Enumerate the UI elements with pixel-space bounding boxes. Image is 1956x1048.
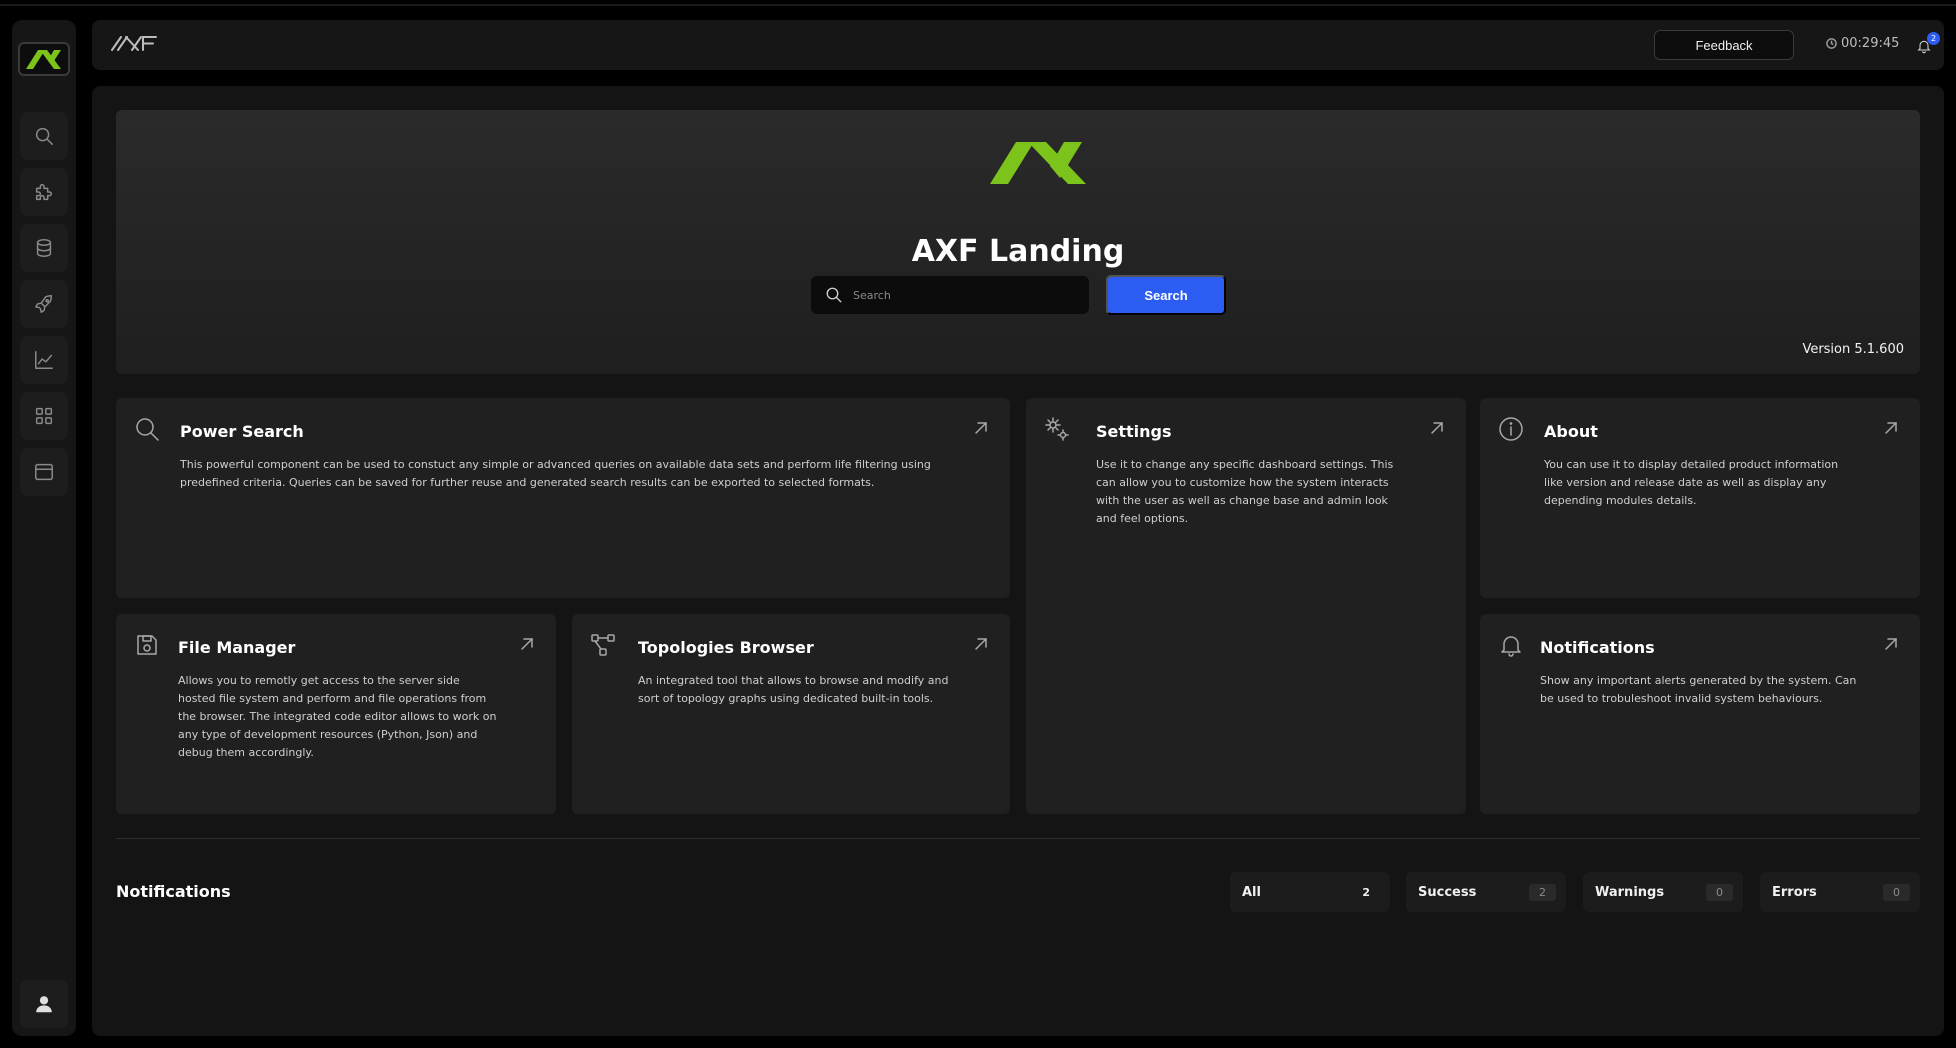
card-topologies-browser[interactable]: Topologies Browser An integrated tool th… — [572, 614, 1010, 814]
sidebar-item-search[interactable] — [20, 112, 68, 160]
sidebar-item-analytics[interactable] — [20, 336, 68, 384]
notifications-bell-button[interactable]: 2 — [1910, 32, 1940, 60]
notification-count-badge: 2 — [1927, 32, 1940, 45]
filter-warnings[interactable]: Warnings 0 — [1583, 872, 1743, 912]
filter-count: 0 — [1706, 883, 1733, 901]
card-title: Power Search — [180, 422, 304, 441]
sidebar-item-database[interactable] — [20, 224, 68, 272]
filter-count: 2 — [1362, 885, 1370, 899]
card-title: About — [1544, 422, 1598, 441]
axf-wordmark-logo[interactable] — [110, 34, 160, 56]
sidebar — [12, 20, 76, 1036]
feedback-button[interactable]: Feedback — [1654, 30, 1794, 60]
filter-count: 0 — [1883, 883, 1910, 901]
card-power-search[interactable]: Power Search This powerful component can… — [116, 398, 1010, 598]
filter-label: Warnings — [1595, 884, 1665, 900]
search-icon — [134, 416, 160, 442]
window-icon — [35, 463, 53, 481]
database-icon — [36, 239, 52, 257]
puzzle-icon — [35, 183, 53, 201]
page-title: AXF Landing — [911, 234, 1125, 269]
card-description: You can use it to display detailed produ… — [1544, 458, 1839, 507]
user-profile-button[interactable] — [20, 980, 68, 1028]
hero-banner: AXF Landing Search Version 5.1.600 — [116, 110, 1920, 374]
user-icon — [36, 996, 52, 1013]
gears-icon — [1044, 416, 1070, 442]
card-description: Allows you to remotly get access to the … — [178, 674, 497, 759]
main-content: AXF Landing Search Version 5.1.600 Power… — [92, 86, 1944, 1036]
card-about[interactable]: About You can use it to display detailed… — [1480, 398, 1920, 598]
card-notifications[interactable]: Notifications Show any important alerts … — [1480, 614, 1920, 814]
version-label: Version 5.1.600 — [1802, 342, 1904, 357]
filter-label: Success — [1418, 884, 1477, 900]
sidebar-item-plugins[interactable] — [20, 168, 68, 216]
chart-line-icon — [35, 351, 53, 369]
hero-logo — [988, 140, 1088, 190]
sidebar-item-apps[interactable] — [20, 392, 68, 440]
clock-icon — [1826, 38, 1837, 49]
arrow-up-right-icon[interactable] — [974, 636, 988, 650]
filter-all[interactable]: All 2 — [1230, 872, 1390, 912]
top-border — [0, 4, 1956, 6]
sidebar-logo[interactable] — [18, 42, 70, 76]
filter-errors[interactable]: Errors 0 — [1760, 872, 1920, 912]
search-icon — [826, 287, 842, 303]
notifications-heading: Notifications — [116, 882, 231, 901]
card-settings[interactable]: Settings Use it to change any specific d… — [1026, 398, 1466, 814]
card-description: This powerful component can be used to c… — [180, 458, 931, 489]
filter-success[interactable]: Success 2 — [1406, 872, 1566, 912]
filter-count: 2 — [1529, 883, 1556, 901]
arrow-up-right-icon[interactable] — [1884, 636, 1898, 650]
card-description: Show any important alerts generated by t… — [1540, 674, 1857, 705]
search-input[interactable] — [853, 288, 1053, 302]
axf-wordmark-icon — [111, 36, 157, 51]
session-timer: 00:29:45 — [1826, 36, 1899, 51]
section-divider — [116, 838, 1920, 839]
filter-label: All — [1242, 884, 1261, 900]
card-title: File Manager — [178, 638, 296, 657]
card-description: An integrated tool that allows to browse… — [638, 674, 949, 705]
search-icon — [35, 127, 53, 145]
rocket-icon — [35, 295, 53, 313]
axf-logo-icon — [990, 142, 1086, 184]
filter-label: Errors — [1772, 884, 1817, 900]
topology-graph-icon — [590, 632, 616, 658]
timer-value: 00:29:45 — [1841, 36, 1900, 51]
card-title: Topologies Browser — [638, 638, 814, 657]
card-title: Notifications — [1540, 638, 1655, 657]
arrow-up-right-icon[interactable] — [1884, 420, 1898, 434]
grid-icon — [35, 407, 53, 425]
arrow-up-right-icon[interactable] — [520, 636, 534, 650]
axf-logo-icon — [26, 50, 61, 69]
card-description: Use it to change any specific dashboard … — [1096, 458, 1394, 525]
sidebar-item-browser[interactable] — [20, 448, 68, 496]
floppy-disk-icon — [134, 632, 160, 658]
search-button[interactable]: Search — [1106, 275, 1226, 315]
card-title: Settings — [1096, 422, 1172, 441]
card-file-manager[interactable]: File Manager Allows you to remotly get a… — [116, 614, 556, 814]
arrow-up-right-icon[interactable] — [974, 420, 988, 434]
arrow-up-right-icon[interactable] — [1430, 420, 1444, 434]
info-icon — [1498, 416, 1524, 442]
top-bar: Feedback 00:29:45 2 — [92, 20, 1944, 70]
bell-icon — [1498, 632, 1524, 658]
hero-search-field[interactable] — [811, 276, 1089, 314]
sidebar-item-deploy[interactable] — [20, 280, 68, 328]
